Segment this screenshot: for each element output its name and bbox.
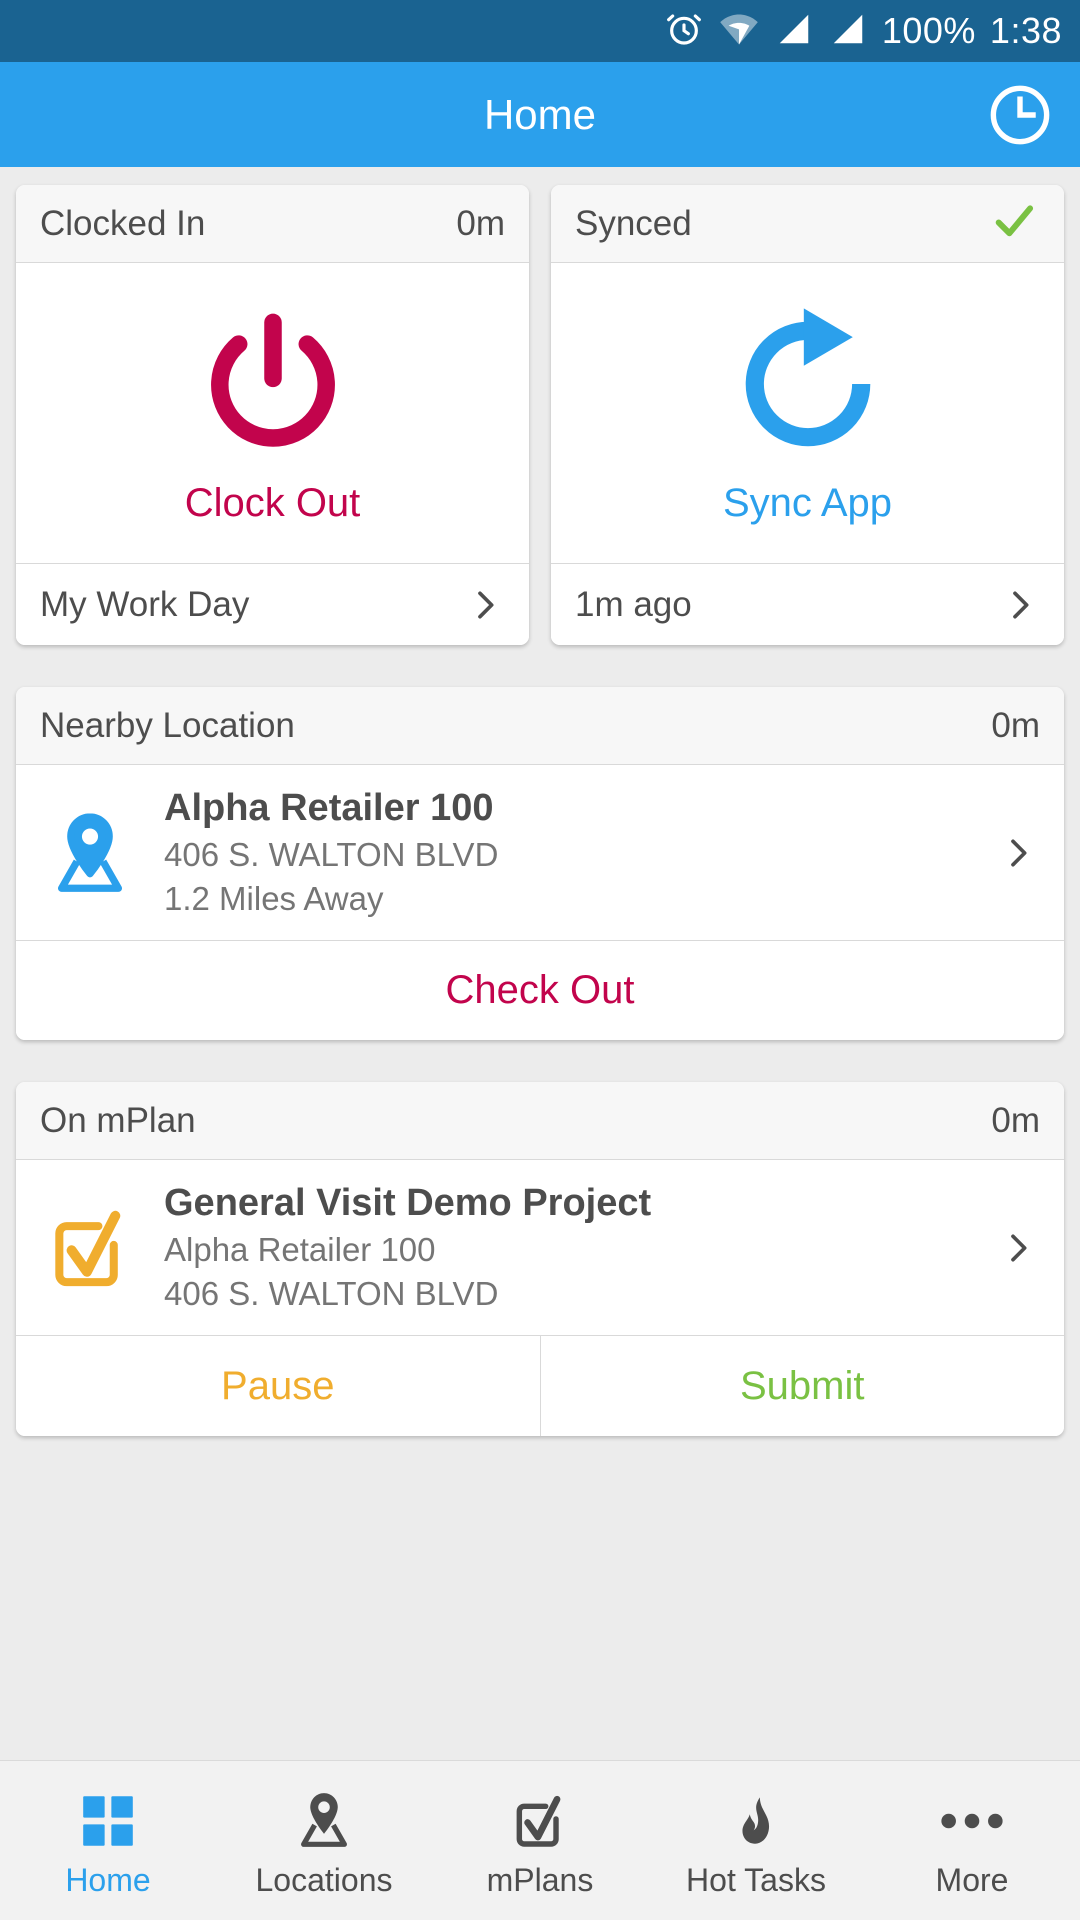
bottom-nav: Home Locations mPlans Hot Tasks More: [0, 1760, 1080, 1920]
on-mplan-title: On mPlan: [40, 1100, 196, 1140]
nearby-location-card: Nearby Location 0m Alpha Retailer 100 40…: [16, 687, 1064, 1040]
last-sync-row[interactable]: 1m ago: [551, 563, 1064, 645]
on-mplan-card: On mPlan 0m General Visit Demo Project A…: [16, 1082, 1064, 1436]
map-pin-icon: [42, 807, 138, 899]
nav-item-more[interactable]: More: [864, 1761, 1080, 1920]
on-mplan-card-header: On mPlan 0m: [16, 1082, 1064, 1160]
nearby-location-name: Alpha Retailer 100: [164, 787, 494, 829]
synced-card-header: Synced: [551, 185, 1064, 263]
clocked-in-card: Clocked In 0m Clock Out My Work Day: [16, 185, 529, 645]
nav-item-home[interactable]: Home: [0, 1761, 216, 1920]
nav-label-mplans: mPlans: [486, 1862, 594, 1898]
power-icon: [189, 300, 357, 473]
nearby-location-row[interactable]: Alpha Retailer 100 406 S. WALTON BLVD 1.…: [16, 765, 1064, 940]
nav-item-hot-tasks[interactable]: Hot Tasks: [648, 1761, 864, 1920]
clock-out-label: Clock Out: [184, 481, 361, 525]
status-bar-clock: 1:38: [989, 10, 1062, 51]
grid-icon: [77, 1782, 139, 1852]
submit-button[interactable]: Submit: [539, 1336, 1064, 1436]
status-bar: 100% 1:38: [0, 0, 1080, 62]
map-pin-icon: [291, 1782, 357, 1852]
nav-label-home: Home: [65, 1862, 151, 1898]
signal-2-icon: [828, 10, 868, 53]
synced-card: Synced Sync App 1m ago: [551, 185, 1064, 645]
status-bar-icons: [664, 9, 868, 54]
mplan-retailer: Alpha Retailer 100: [164, 1231, 436, 1268]
check-out-button[interactable]: Check Out: [16, 940, 1064, 1040]
mplan-address: 406 S. WALTON BLVD: [164, 1275, 499, 1312]
clock-icon[interactable]: [986, 81, 1054, 149]
chevron-right-icon: [998, 827, 1038, 879]
nearby-location-card-header: Nearby Location 0m: [16, 687, 1064, 765]
nearby-location-duration: 0m: [991, 705, 1040, 745]
nearby-location-address: 406 S. WALTON BLVD: [164, 836, 499, 873]
wifi-icon: [718, 9, 760, 54]
alarm-icon: [664, 9, 704, 54]
checkbox-checked-icon: [509, 1782, 571, 1852]
battery-percent: 100%: [881, 10, 976, 51]
my-work-day-label: My Work Day: [40, 584, 250, 624]
main-content: Clocked In 0m Clock Out My Work Day Sync…: [0, 167, 1080, 1760]
page-title: Home: [483, 90, 597, 138]
nav-label-hot-tasks: Hot Tasks: [686, 1862, 826, 1898]
clock-out-button[interactable]: Clock Out: [16, 263, 529, 563]
synced-title: Synced: [575, 203, 692, 243]
nearby-location-distance: 1.2 Miles Away: [164, 880, 384, 917]
nearby-location-texts: Alpha Retailer 100 406 S. WALTON BLVD 1.…: [164, 787, 972, 918]
checkbox-checked-icon: [42, 1202, 138, 1294]
chevron-right-icon: [998, 1222, 1038, 1274]
app-screen: 100% 1:38 Home Clocked In 0m Clock Out M…: [0, 0, 1080, 1920]
mplan-row[interactable]: General Visit Demo Project Alpha Retaile…: [16, 1160, 1064, 1335]
refresh-icon: [724, 300, 892, 473]
sync-app-button[interactable]: Sync App: [551, 263, 1064, 563]
chevron-right-icon: [465, 579, 505, 631]
chevron-right-icon: [1000, 579, 1040, 631]
clocked-in-card-header: Clocked In 0m: [16, 185, 529, 263]
clocked-in-duration: 0m: [456, 203, 505, 243]
nav-item-locations[interactable]: Locations: [216, 1761, 432, 1920]
signal-1-icon: [774, 10, 814, 53]
mplan-texts: General Visit Demo Project Alpha Retaile…: [164, 1182, 972, 1313]
flame-icon: [727, 1782, 785, 1852]
my-work-day-row[interactable]: My Work Day: [16, 563, 529, 645]
top-cards-row: Clocked In 0m Clock Out My Work Day Sync…: [16, 185, 1064, 645]
app-bar: Home: [0, 62, 1080, 167]
check-icon: [988, 198, 1040, 249]
pause-button[interactable]: Pause: [16, 1336, 540, 1436]
nearby-location-title: Nearby Location: [40, 705, 295, 745]
nav-label-locations: Locations: [255, 1862, 393, 1898]
last-sync-label: 1m ago: [575, 584, 692, 624]
sync-app-label: Sync App: [722, 481, 892, 525]
nav-label-more: More: [935, 1862, 1009, 1898]
ellipsis-icon: [937, 1782, 1007, 1852]
nav-item-mplans[interactable]: mPlans: [432, 1761, 648, 1920]
clocked-in-title: Clocked In: [40, 203, 206, 243]
mplan-actions: Pause Submit: [16, 1335, 1064, 1436]
mplan-name: General Visit Demo Project: [164, 1182, 652, 1224]
on-mplan-duration: 0m: [991, 1100, 1040, 1140]
